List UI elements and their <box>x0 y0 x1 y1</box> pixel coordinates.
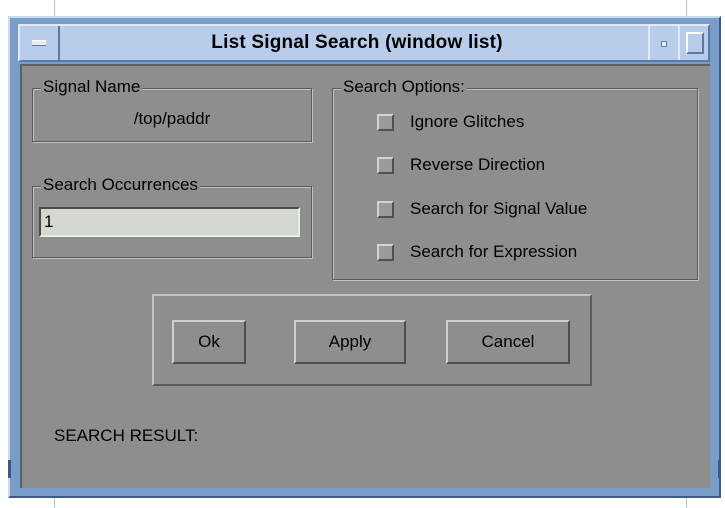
search-occurrences-group: Search Occurrences <box>32 175 312 258</box>
frame-resize-handle[interactable] <box>8 460 11 478</box>
desktop-line <box>686 0 687 16</box>
frame-resize-handle[interactable] <box>718 460 721 478</box>
search-signal-value-checkbox[interactable] <box>377 200 394 218</box>
screen: List Signal Search (window list) Signal … <box>0 0 725 508</box>
window-menu-button[interactable] <box>20 26 60 60</box>
ignore-glitches-checkbox[interactable] <box>377 113 394 131</box>
title-bar[interactable]: List Signal Search (window list) <box>18 24 710 62</box>
search-expression-checkbox[interactable] <box>377 243 394 261</box>
desktop-line <box>54 498 55 508</box>
search-result-label: SEARCH RESULT: <box>54 426 199 445</box>
desktop-line <box>54 0 55 16</box>
maximize-icon <box>686 32 704 54</box>
search-occurrences-label: Search Occurrences <box>41 175 200 195</box>
search-signal-value-label: Search for Signal Value <box>410 199 588 218</box>
maximize-button[interactable] <box>678 26 708 60</box>
cancel-button[interactable]: Cancel <box>446 320 570 364</box>
dialog-body: Signal Name /top/paddr Search Occurrence… <box>20 64 710 488</box>
reverse-direction-label: Reverse Direction <box>410 155 546 174</box>
window-menu-icon <box>32 40 46 46</box>
reverse-direction-checkbox[interactable] <box>377 156 394 174</box>
window-title: List Signal Search (window list) <box>211 32 503 53</box>
search-expression-label: Search for Expression <box>410 242 578 261</box>
desktop-line <box>686 498 687 508</box>
minimize-icon <box>661 41 667 47</box>
option-reverse-direction[interactable]: Reverse Direction <box>377 152 545 178</box>
search-options-label: Search Options: <box>341 77 467 97</box>
search-occurrences-input[interactable] <box>39 207 300 237</box>
apply-button[interactable]: Apply <box>294 320 406 364</box>
signal-name-group: Signal Name /top/paddr <box>32 77 312 142</box>
signal-name-value: /top/paddr <box>133 109 211 128</box>
option-search-signal-value[interactable]: Search for Signal Value <box>377 196 587 222</box>
option-ignore-glitches[interactable]: Ignore Glitches <box>377 109 524 135</box>
ok-button[interactable]: Ok <box>172 320 246 364</box>
minimize-button[interactable] <box>648 26 678 60</box>
search-options-group: Search Options: Ignore Glitches Reverse … <box>332 77 698 280</box>
option-search-expression[interactable]: Search for Expression <box>377 239 577 265</box>
signal-name-label: Signal Name <box>41 77 143 97</box>
ignore-glitches-label: Ignore Glitches <box>410 112 525 131</box>
button-group: Ok Apply Cancel <box>152 294 592 386</box>
